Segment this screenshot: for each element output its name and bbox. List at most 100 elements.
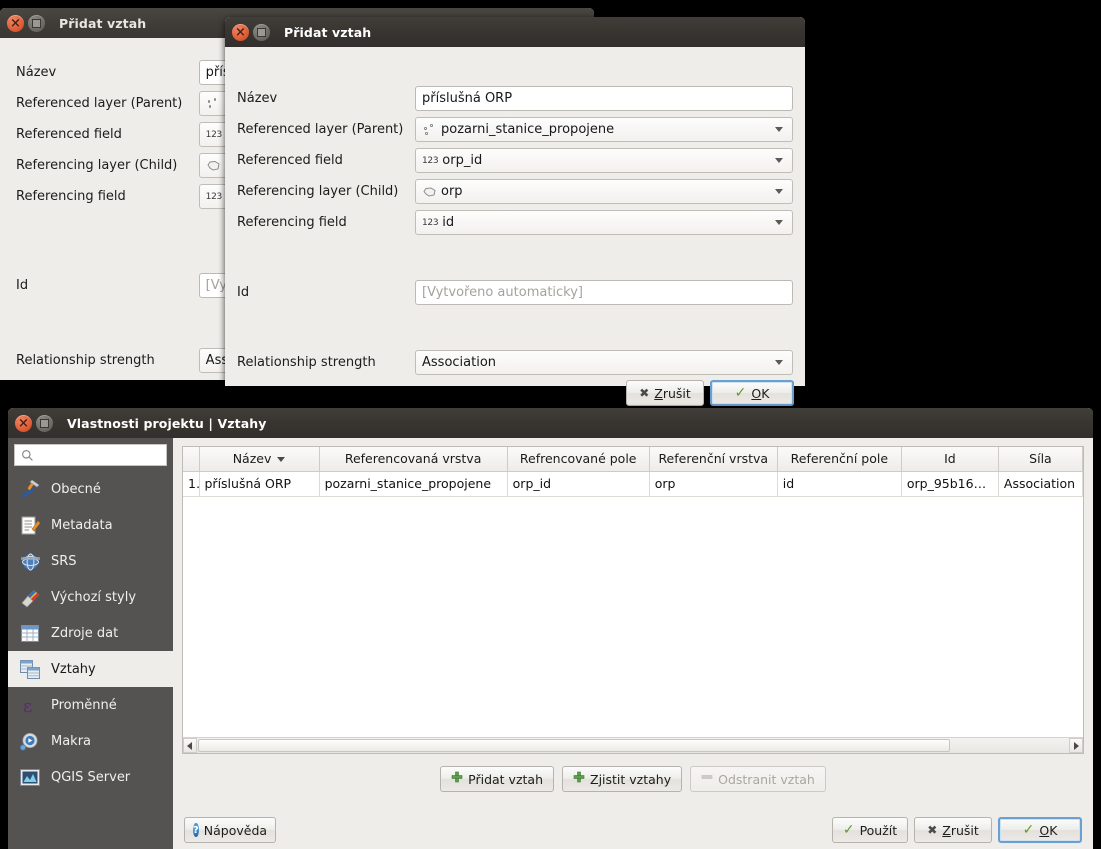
sidebar-item-qgis-server[interactable]: QGIS Server [8,759,173,795]
sidebar-item-prom-nn-[interactable]: ε Proměnné [8,687,173,723]
number-field-icon: 123 [205,191,223,202]
table-cell[interactable]: orp_95b16… [901,471,999,497]
referencing-layer-value: orp [441,184,463,199]
cancel-button[interactable]: ✖ Zrušit [914,817,992,843]
sidebar-item-metadata[interactable]: Metadata [8,507,173,543]
sidebar-item-v-choz-styly[interactable]: Výchozí styly [8,579,173,615]
point-layer-icon [206,97,221,110]
column-header-4[interactable]: Referenční pole [777,447,902,472]
maximize-icon[interactable] [253,23,270,41]
action-button-label: Zjistit vztahy [590,771,672,787]
relations-panel: Název Referencovaná vrstva Refrencované po… [173,438,1093,849]
cancel-icon: ✖ [639,386,650,400]
referenced-field-select[interactable]: 123 orp_id [415,148,793,173]
name-input-value: příslušná ORP [422,91,513,106]
sidebar-item-vztahy[interactable]: Vztahy [8,651,173,687]
column-header-5[interactable]: Id [901,447,999,472]
apply-button-label: Použít [859,822,898,838]
plus-icon [573,771,585,787]
apply-button[interactable]: ✓ Použít [832,817,908,843]
action-button-label: Přidat vztah [468,771,543,787]
referencing-field-label: Referencing field [16,189,126,204]
sidebar-item-obecn-[interactable]: Obecné [8,471,173,507]
name-label: Název [237,91,278,106]
referencing-layer-select[interactable]: orp [415,179,793,204]
sidebar-item-label: Výchozí styly [51,589,137,605]
table-cell[interactable]: příslušná ORP [198,470,320,497]
id-input-placeholder: [Vytvořeno automaticky] [422,285,584,300]
cancel-button[interactable]: ✖ ZZrušitrušit [626,380,704,406]
cancel-icon: ✖ [927,823,938,837]
sidebar-item-zdroje-dat[interactable]: Zdroje dat [8,615,173,651]
scrollbar-thumb[interactable] [198,739,950,752]
referenced-layer-select[interactable]: pozarni_stanice_propojene [415,117,793,142]
referenced-field-label: Referenced field [237,153,343,168]
id-input[interactable]: [Vytvořeno automaticky] [415,280,793,305]
zjistit-vztahy-button[interactable]: Zjistit vztahy [562,766,683,792]
maximize-icon[interactable] [36,414,53,432]
window-title: Přidat vztah [59,15,147,31]
column-header-6[interactable]: Síla [998,447,1083,472]
referenced-field-label: Referenced field [16,127,122,142]
help-button[interactable]: ? Nápověda [184,817,276,843]
number-field-icon: 123 [205,129,223,140]
chevron-down-icon [775,360,783,365]
close-icon[interactable] [15,414,32,432]
ok-button[interactable]: ✓ OK [998,817,1082,843]
column-header-0[interactable]: Název [199,447,320,472]
titlebar-add-relation[interactable]: Přidat vztah [225,17,805,47]
chevron-down-icon [775,127,783,132]
referenced-layer-label: Referenced layer (Parent) [16,96,183,111]
horizontal-scrollbar[interactable] [183,737,1083,753]
sidebar-item-srs[interactable]: SRS [8,543,173,579]
point-layer-icon [422,123,437,136]
ok-button[interactable]: ✓ OK [710,380,794,406]
relationship-strength-label: Relationship strength [237,355,376,370]
plus-icon [451,771,463,787]
epsilon-icon: ε [18,694,42,716]
referenced-layer-label: Referenced layer (Parent) [237,122,404,137]
name-input[interactable]: příslušná ORP [415,86,793,111]
column-header-2[interactable]: Refrencované pole [507,447,650,472]
table-row[interactable]: 1 příslušná ORP pozarni_stanice_propojene o… [183,470,1083,497]
scroll-right-arrow[interactable] [1069,738,1083,753]
titlebar-project-properties[interactable]: Vlastnosti projektu | Vztahy [8,408,1093,438]
polygon-layer-icon [206,160,221,172]
window-title: Přidat vztah [284,24,372,40]
svg-text:ε: ε [23,696,32,716]
referencing-field-label: Referencing field [237,215,347,230]
sidebar-item-makra[interactable]: Makra [8,723,173,759]
check-icon: ✓ [1022,822,1035,838]
table-cell[interactable]: Association [998,471,1083,497]
odstranit-vztah-button: Odstranit vztah [690,766,826,792]
close-icon[interactable] [7,14,24,32]
referenced-layer-value: pozarni_stanice_propojene [441,122,615,137]
paintbrush-icon [18,586,42,608]
referenced-field-value: orp_id [442,153,483,168]
name-label: Název [16,65,57,80]
table-cell[interactable]: id [777,471,902,497]
table-cell[interactable]: pozarni_stanice_propojene [319,471,508,497]
sort-descending-icon [277,457,286,463]
scroll-left-arrow[interactable] [183,738,197,753]
p-idat-vztah-button[interactable]: Přidat vztah [440,766,554,792]
desktop-root: Přidat vztah Název přís Referenced layer… [0,0,1101,849]
maximize-icon[interactable] [28,14,45,32]
relations-table-wrapper: Název Referencovaná vrstva Refrencované po… [182,446,1084,754]
table-cell[interactable]: orp_id [507,471,650,497]
relationship-strength-value: Association [422,355,497,370]
help-icon: ? [192,823,199,837]
relationship-strength-select[interactable]: Association [415,350,793,375]
gear-play-icon [18,730,42,752]
referencing-field-value: id [442,215,455,230]
check-icon: ✓ [842,822,855,838]
id-input-placeholder: [Vy [205,278,227,293]
close-icon[interactable] [232,23,249,41]
column-header-1[interactable]: Referencovaná vrstva [319,447,508,472]
referencing-field-select[interactable]: 123 id [415,210,793,235]
table-cell[interactable]: orp [649,471,778,497]
search-input[interactable] [14,444,167,466]
window-title: Vlastnosti projektu | Vztahy [67,415,267,431]
column-header-3[interactable]: Referenční vrstva [649,447,778,472]
ok-button-label: OK [751,385,770,401]
